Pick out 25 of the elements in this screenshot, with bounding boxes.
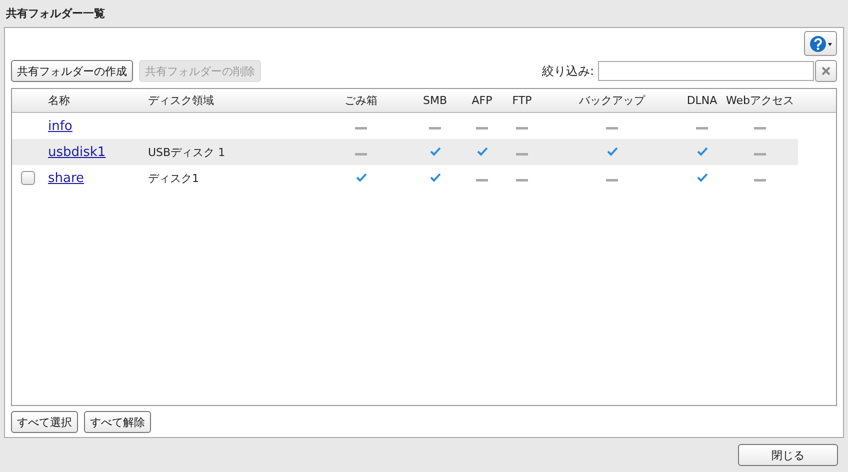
column-header[interactable]: Webアクセス — [722, 89, 798, 112]
column-header[interactable]: DLNA — [682, 89, 722, 112]
column-header[interactable]: 名称 — [44, 89, 144, 112]
folder-link[interactable]: info — [48, 118, 72, 134]
column-header[interactable]: ディスク領域 — [144, 89, 314, 112]
column-header[interactable]: バックアップ — [542, 89, 682, 112]
clear-button[interactable] — [815, 60, 837, 82]
column-header[interactable]: FTP — [502, 89, 542, 112]
filter-label: 絞り込み: — [542, 62, 594, 80]
disk-cell: ディスク1 — [148, 172, 199, 184]
column-header[interactable]: SMB — [408, 89, 462, 112]
help-button[interactable] — [804, 31, 837, 56]
close-button[interactable]: 閉じる — [738, 444, 838, 466]
filter-field[interactable] — [598, 61, 814, 81]
create-folder-button[interactable]: 共有フォルダーの作成 — [11, 60, 133, 82]
row-checkbox[interactable] — [21, 171, 35, 185]
window-title: 共有フォルダー一覧 — [5, 6, 106, 22]
help-icon — [808, 34, 832, 52]
close-icon — [821, 66, 831, 76]
footer-button[interactable]: すべて解除 — [84, 411, 151, 433]
column-header[interactable]: AFP — [462, 89, 502, 112]
column-header[interactable]: ごみ箱 — [314, 89, 408, 112]
disk-cell: USBディスク 1 — [148, 146, 226, 158]
footer-button[interactable]: すべて選択 — [11, 411, 78, 433]
folder-link[interactable]: share — [48, 170, 84, 186]
